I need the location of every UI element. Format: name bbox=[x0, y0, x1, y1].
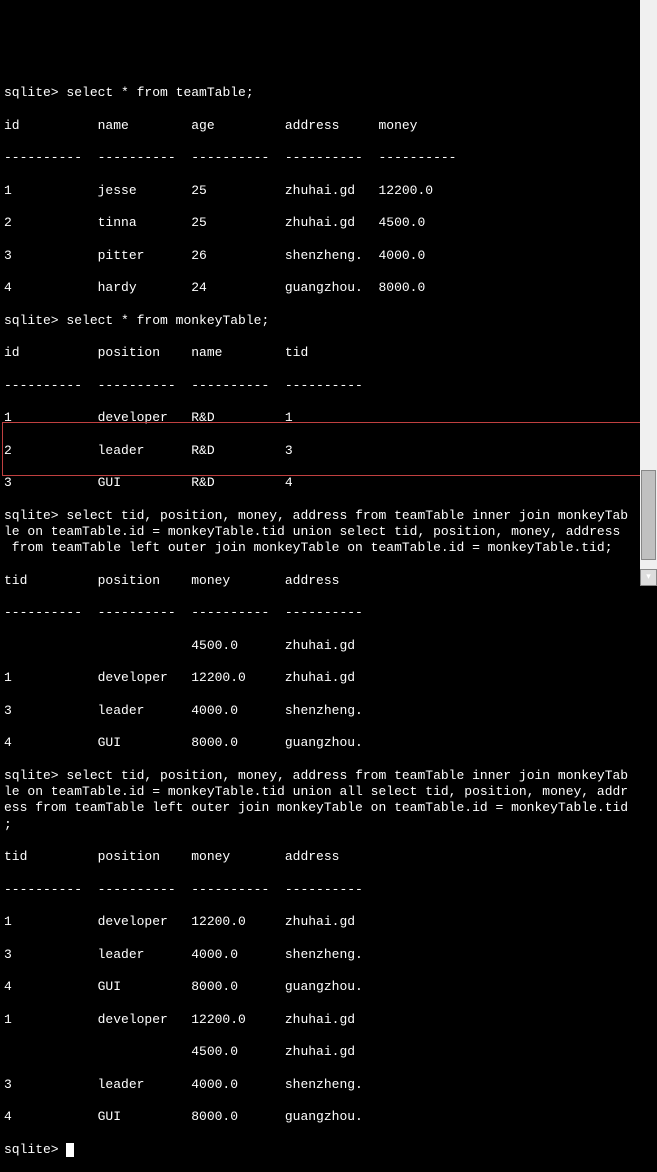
cursor bbox=[66, 1143, 74, 1157]
table-row: 4 GUI 8000.0 guangzhou. bbox=[4, 979, 653, 995]
query-text: select * from monkeyTable; bbox=[66, 313, 269, 328]
table-row: 1 developer 12200.0 zhuhai.gd bbox=[4, 670, 653, 686]
scrollbar-thumb[interactable] bbox=[641, 470, 656, 560]
table-row: 3 leader 4000.0 shenzheng. bbox=[4, 703, 653, 719]
table-row: 4500.0 zhuhai.gd bbox=[4, 638, 653, 654]
column-headers: tid position money address bbox=[4, 573, 653, 589]
table-row: 2 leader R&D 3 bbox=[4, 443, 653, 459]
prompt-line: sqlite> select tid, position, money, add… bbox=[4, 508, 653, 557]
prompt-line: sqlite> select * from monkeyTable; bbox=[4, 313, 653, 329]
table-row: 4 GUI 8000.0 guangzhou. bbox=[4, 735, 653, 751]
table-row: 3 leader 4000.0 shenzheng. bbox=[4, 1077, 653, 1093]
table-row: 3 GUI R&D 4 bbox=[4, 475, 653, 491]
sqlite-prompt: sqlite> bbox=[4, 768, 59, 783]
query-text: select tid, position, money, address fro… bbox=[4, 768, 628, 832]
column-headers: id name age address money bbox=[4, 118, 653, 134]
column-headers: id position name tid bbox=[4, 345, 653, 361]
sqlite-prompt: sqlite> bbox=[4, 1142, 59, 1157]
table-row: 2 tinna 25 zhuhai.gd 4500.0 bbox=[4, 215, 653, 231]
prompt-line: sqlite> select tid, position, money, add… bbox=[4, 768, 653, 833]
table-row: 1 developer R&D 1 bbox=[4, 410, 653, 426]
query-text: select tid, position, money, address fro… bbox=[4, 508, 628, 556]
sqlite-prompt: sqlite> bbox=[4, 508, 59, 523]
table-row: 3 pitter 26 shenzheng. 4000.0 bbox=[4, 248, 653, 264]
separator: ---------- ---------- ---------- -------… bbox=[4, 150, 653, 166]
scrollbar-down-arrow-icon[interactable]: ▾ bbox=[640, 569, 657, 586]
terminal-output[interactable]: sqlite> select * from teamTable; id name… bbox=[0, 65, 657, 1172]
table-row: 3 leader 4000.0 shenzheng. bbox=[4, 947, 653, 963]
table-row: 1 developer 12200.0 zhuhai.gd bbox=[4, 1012, 653, 1028]
separator: ---------- ---------- ---------- -------… bbox=[4, 378, 653, 394]
prompt-line: sqlite> select * from teamTable; bbox=[4, 85, 653, 101]
table-row: 4500.0 zhuhai.gd bbox=[4, 1044, 653, 1060]
separator: ---------- ---------- ---------- -------… bbox=[4, 882, 653, 898]
vertical-scrollbar[interactable]: ▾ bbox=[640, 0, 657, 586]
sqlite-prompt: sqlite> bbox=[4, 85, 59, 100]
prompt-line[interactable]: sqlite> bbox=[4, 1142, 653, 1158]
table-row: 1 developer 12200.0 zhuhai.gd bbox=[4, 914, 653, 930]
sqlite-prompt: sqlite> bbox=[4, 313, 59, 328]
column-headers: tid position money address bbox=[4, 849, 653, 865]
table-row: 4 GUI 8000.0 guangzhou. bbox=[4, 1109, 653, 1125]
table-row: 4 hardy 24 guangzhou. 8000.0 bbox=[4, 280, 653, 296]
query-text: select * from teamTable; bbox=[66, 85, 253, 100]
separator: ---------- ---------- ---------- -------… bbox=[4, 605, 653, 621]
table-row: 1 jesse 25 zhuhai.gd 12200.0 bbox=[4, 183, 653, 199]
